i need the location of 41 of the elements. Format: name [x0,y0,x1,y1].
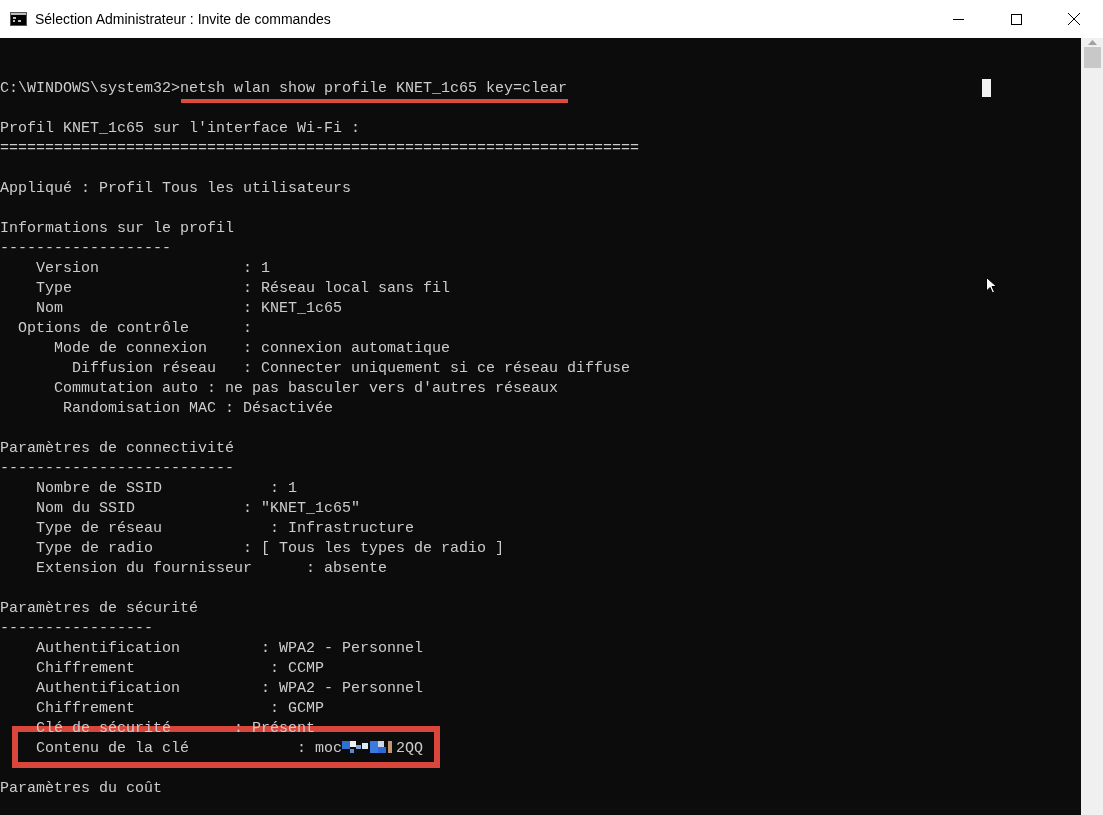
console-line: Diffusion réseau : Connecter uniquement si ce réseau diffuse [72,360,631,377]
scrollbar[interactable] [1081,38,1103,815]
mouse-pointer-icon [986,277,997,294]
console-line: Extension du fournisseur : absente [36,560,388,577]
console-line: Paramètres de connectivité [0,440,235,457]
console-line: Appliqué : Profil Tous les utilisateurs [0,180,352,197]
console-line: Chiffrement : GCMP [36,700,325,717]
console-line: Informations sur le profil [0,220,235,237]
console-line: Type de réseau : Infrastructure [36,520,415,537]
console-line: Nom : KNET_1c65 [36,300,343,317]
text-cursor [982,79,991,97]
console-line: Type de radio : [ Tous les types de radio ] [36,540,505,557]
console-line: ======================================================================= [0,140,640,157]
key-value-start: moc [315,740,343,757]
console-line: Chiffrement : CCMP [36,660,325,677]
console-line: Authentification : WPA2 - Personnel [36,680,424,697]
console-line: Mode de connexion : connexion automatique [54,340,451,357]
console-line: ----------------- [0,620,154,637]
close-icon [1068,13,1080,25]
console-line: Paramètres de sécurité [0,600,199,617]
console-line: -------------------------- [0,460,235,477]
scroll-up-icon[interactable] [1087,40,1097,45]
scrollbar-thumb[interactable] [1083,47,1101,68]
console-line: ------------------- [0,240,172,257]
console-line: Type : Réseau local sans fil [36,280,451,297]
console-line: Randomisation MAC : Désactivée [63,400,334,417]
command-prompt: C:\WINDOWS\system32> [0,80,181,97]
console-line: Version : 1 [36,260,271,277]
console-line: Commutation auto : ne pas basculer vers d'autres réseaux [54,380,559,397]
key-value-end: 2QQ [396,740,424,757]
console-line: Nombre de SSID : 1 [36,480,298,497]
console-icon [10,12,27,26]
key-label: Contenu de la clé : [36,740,307,757]
console-line: Nom du SSID : "KNET_1c65" [36,500,361,517]
window-title: Sélection Administrateur : Invite de commandes [35,11,332,27]
maximize-icon [1010,13,1022,25]
console-line: Options de contrôle : [18,320,253,337]
console-line: Authentification : WPA2 - Personnel [36,640,424,657]
command-text: netsh wlan show profile KNET_1c65 key=clear [180,80,568,97]
console-line: Paramètres du coût [0,780,163,797]
console-line: Profil KNET_1c65 sur l'interface Wi-Fi : [0,120,361,137]
